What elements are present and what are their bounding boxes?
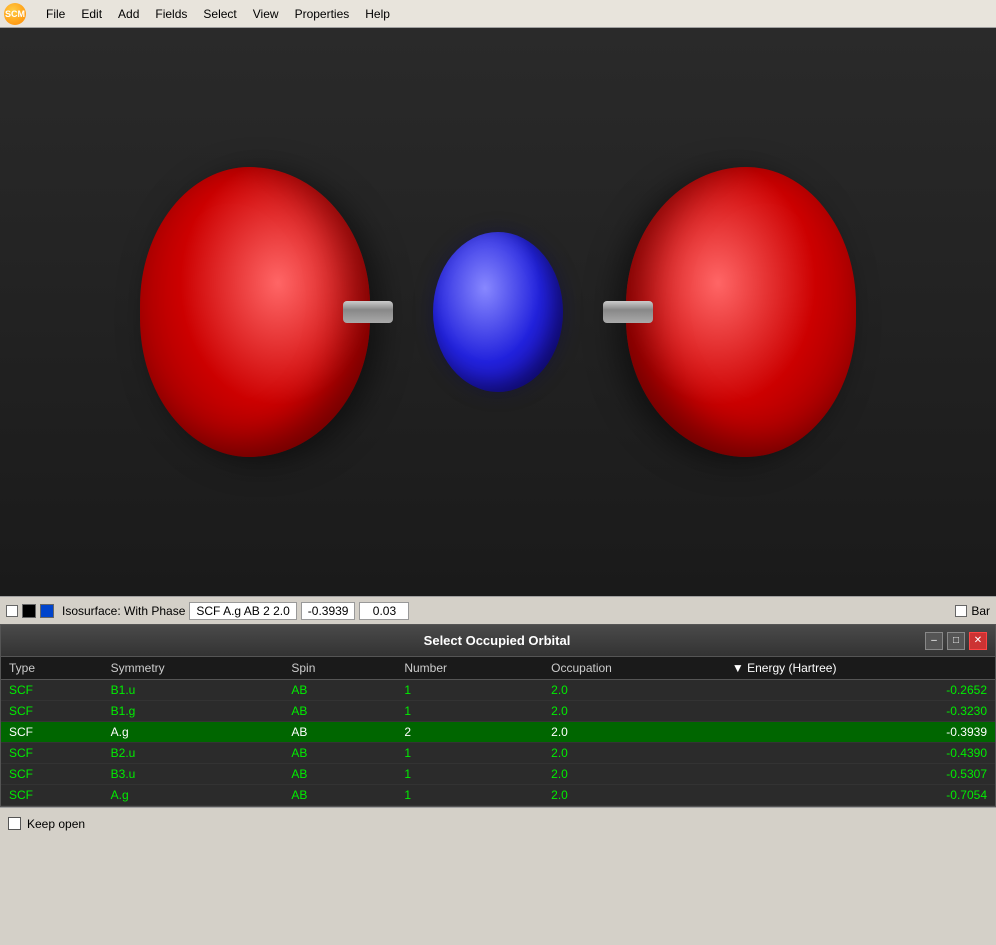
cell-occupation: 2.0 <box>543 785 724 806</box>
orbital-table-body: SCFB1.uAB12.0-0.2652SCFB1.gAB12.0-0.3230… <box>1 680 995 806</box>
cell-energy: -0.3230 <box>724 701 995 722</box>
minimize-button[interactable]: – <box>925 632 943 650</box>
energy-value: -0.3939 <box>301 602 356 620</box>
dialog-controls: – □ ✕ <box>925 632 987 650</box>
col-header-number[interactable]: Number <box>396 657 543 680</box>
orbital-table: Type Symmetry Spin Number Occupation ▼ E… <box>1 657 995 806</box>
isosurface-label: Isosurface: With Phase <box>62 604 185 618</box>
cell-type: SCF <box>1 764 103 785</box>
cell-symmetry: B3.u <box>103 764 284 785</box>
menu-select[interactable]: Select <box>195 4 244 24</box>
cell-energy: -0.5307 <box>724 764 995 785</box>
table-header-row: Type Symmetry Spin Number Occupation ▼ E… <box>1 657 995 680</box>
cell-type: SCF <box>1 785 103 806</box>
orbital-lobe-left <box>140 167 370 457</box>
cell-energy: -0.7054 <box>724 785 995 806</box>
table-row[interactable]: SCFB1.gAB12.0-0.3230 <box>1 701 995 722</box>
cell-type: SCF <box>1 722 103 743</box>
cell-spin: AB <box>283 722 396 743</box>
cell-occupation: 2.0 <box>543 701 724 722</box>
scf-label: SCF A.g AB 2 2.0 <box>189 602 296 620</box>
scm-logo: SCM <box>4 3 30 25</box>
cell-number: 1 <box>396 701 543 722</box>
dialog-title: Select Occupied Orbital <box>69 633 925 648</box>
cell-type: SCF <box>1 743 103 764</box>
menu-file[interactable]: File <box>38 4 73 24</box>
bar-label: Bar <box>971 604 990 618</box>
cell-spin: AB <box>283 764 396 785</box>
cell-type: SCF <box>1 701 103 722</box>
cell-symmetry: A.g <box>103 722 284 743</box>
col-header-energy[interactable]: ▼ Energy (Hartree) <box>724 657 995 680</box>
cell-spin: AB <box>283 701 396 722</box>
maximize-button[interactable]: □ <box>947 632 965 650</box>
bottom-bar: Keep open <box>0 807 996 839</box>
cell-type: SCF <box>1 680 103 701</box>
cell-number: 1 <box>396 743 543 764</box>
cell-spin: AB <box>283 785 396 806</box>
cell-energy: -0.4390 <box>724 743 995 764</box>
menu-fields[interactable]: Fields <box>147 4 195 24</box>
cell-number: 1 <box>396 785 543 806</box>
bond-left <box>343 301 393 323</box>
menu-edit[interactable]: Edit <box>73 4 110 24</box>
orbital-lobe-center <box>433 232 563 392</box>
bar-checkbox[interactable] <box>955 605 967 617</box>
cell-number: 1 <box>396 764 543 785</box>
status-bar: Isosurface: With Phase SCF A.g AB 2 2.0 … <box>0 596 996 624</box>
isovalue: 0.03 <box>359 602 409 620</box>
menu-properties[interactable]: Properties <box>287 4 358 24</box>
table-row[interactable]: SCFB2.uAB12.0-0.4390 <box>1 743 995 764</box>
cell-symmetry: B1.g <box>103 701 284 722</box>
table-row[interactable]: SCFA.gAB22.0-0.3939 <box>1 722 995 743</box>
cell-symmetry: B1.u <box>103 680 284 701</box>
table-row[interactable]: SCFB3.uAB12.0-0.5307 <box>1 764 995 785</box>
cell-number: 1 <box>396 680 543 701</box>
col-header-occupation[interactable]: Occupation <box>543 657 724 680</box>
cell-energy: -0.2652 <box>724 680 995 701</box>
menu-bar: SCM File Edit Add Fields Select View Pro… <box>0 0 996 28</box>
color-indicator-2 <box>40 604 54 618</box>
keep-open-checkbox[interactable] <box>8 817 21 830</box>
dialog-area: Select Occupied Orbital – □ ✕ Type Symme… <box>0 624 996 807</box>
table-row[interactable]: SCFA.gAB12.0-0.7054 <box>1 785 995 806</box>
scm-logo-icon: SCM <box>4 3 26 25</box>
cell-symmetry: A.g <box>103 785 284 806</box>
cell-spin: AB <box>283 743 396 764</box>
close-button[interactable]: ✕ <box>969 632 987 650</box>
table-row[interactable]: SCFB1.uAB12.0-0.2652 <box>1 680 995 701</box>
color-indicator-1 <box>22 604 36 618</box>
dialog-titlebar: Select Occupied Orbital – □ ✕ <box>1 625 995 657</box>
col-header-spin[interactable]: Spin <box>283 657 396 680</box>
menu-help[interactable]: Help <box>357 4 398 24</box>
cell-spin: AB <box>283 680 396 701</box>
cell-occupation: 2.0 <box>543 722 724 743</box>
cell-occupation: 2.0 <box>543 680 724 701</box>
keep-open-label: Keep open <box>27 817 85 831</box>
isosurface-checkbox[interactable] <box>6 605 18 617</box>
bar-checkbox-container: Bar <box>955 604 990 618</box>
col-header-symmetry[interactable]: Symmetry <box>103 657 284 680</box>
bond-right <box>603 301 653 323</box>
orbital-scene <box>0 28 996 596</box>
cell-energy: -0.3939 <box>724 722 995 743</box>
cell-number: 2 <box>396 722 543 743</box>
col-header-type[interactable]: Type <box>1 657 103 680</box>
cell-occupation: 2.0 <box>543 764 724 785</box>
menu-view[interactable]: View <box>245 4 287 24</box>
viewport[interactable] <box>0 28 996 596</box>
menu-add[interactable]: Add <box>110 4 147 24</box>
cell-occupation: 2.0 <box>543 743 724 764</box>
cell-symmetry: B2.u <box>103 743 284 764</box>
orbital-lobe-right <box>626 167 856 457</box>
